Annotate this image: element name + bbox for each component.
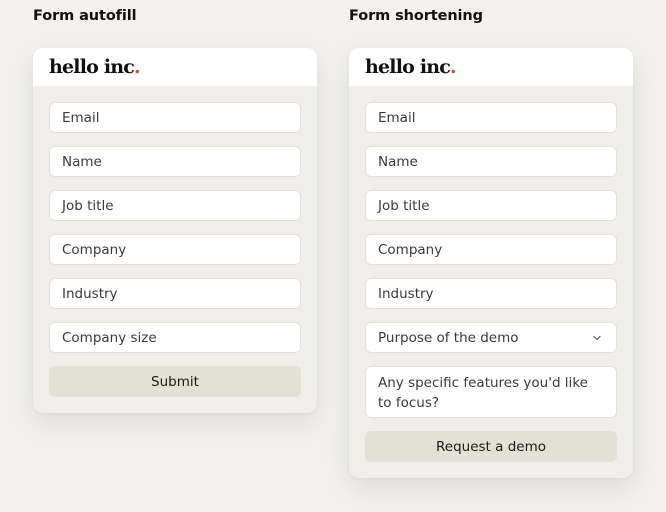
email-placeholder: Email: [378, 109, 416, 126]
logo-dot: .: [450, 55, 457, 78]
name-placeholder: Name: [378, 153, 418, 170]
logo-dot: .: [134, 55, 141, 78]
form-card: hello inc. Email Name Job title Company …: [349, 48, 633, 478]
company-size-field[interactable]: Company size: [49, 322, 301, 353]
submit-label: Submit: [151, 373, 199, 390]
email-field[interactable]: Email: [365, 102, 617, 133]
form-body: Email Name Job title Company Industry Co…: [33, 86, 317, 397]
industry-field[interactable]: Industry: [365, 278, 617, 309]
company-size-placeholder: Company size: [62, 329, 157, 346]
logo-text: hello inc: [365, 55, 451, 78]
form-body: Email Name Job title Company Industry Pu…: [349, 86, 633, 462]
company-placeholder: Company: [378, 241, 443, 258]
chevron-down-icon: [593, 335, 601, 340]
brand-logo: hello inc.: [365, 55, 457, 78]
column-title: Form shortening: [349, 8, 483, 24]
industry-placeholder: Industry: [378, 285, 434, 302]
column-title: Form autofill: [33, 8, 137, 24]
job-title-placeholder: Job title: [62, 197, 114, 214]
industry-placeholder: Industry: [62, 285, 118, 302]
industry-field[interactable]: Industry: [49, 278, 301, 309]
name-field[interactable]: Name: [49, 146, 301, 177]
job-title-field[interactable]: Job title: [49, 190, 301, 221]
card-header: hello inc.: [349, 48, 633, 86]
submit-button[interactable]: Submit: [49, 366, 301, 397]
features-placeholder: Any specific features you'd like to focu…: [378, 375, 588, 411]
job-title-field[interactable]: Job title: [365, 190, 617, 221]
email-placeholder: Email: [62, 109, 100, 126]
demo-purpose-select[interactable]: Purpose of the demo: [365, 322, 617, 353]
request-demo-button[interactable]: Request a demo: [365, 431, 617, 462]
company-field[interactable]: Company: [365, 234, 617, 265]
demo-purpose-value: Purpose of the demo: [378, 329, 519, 346]
brand-logo: hello inc.: [49, 55, 141, 78]
name-field[interactable]: Name: [365, 146, 617, 177]
form-card: hello inc. Email Name Job title Company …: [33, 48, 317, 413]
email-field[interactable]: Email: [49, 102, 301, 133]
job-title-placeholder: Job title: [378, 197, 430, 214]
logo-text: hello inc: [49, 55, 135, 78]
request-demo-label: Request a demo: [436, 438, 546, 455]
features-textarea[interactable]: Any specific features you'd like to focu…: [365, 366, 617, 418]
name-placeholder: Name: [62, 153, 102, 170]
card-header: hello inc.: [33, 48, 317, 86]
company-placeholder: Company: [62, 241, 127, 258]
company-field[interactable]: Company: [49, 234, 301, 265]
